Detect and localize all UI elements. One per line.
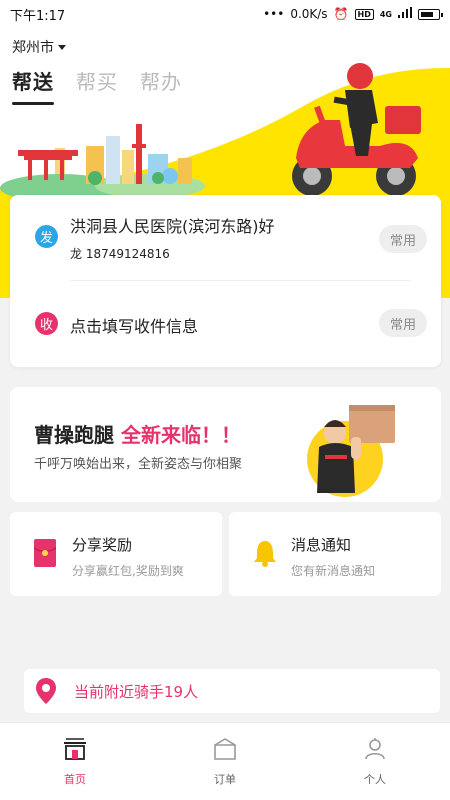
- notifications-card[interactable]: 消息通知 您有新消息通知: [229, 512, 441, 596]
- banner-subtitle: 千呼万唤始出来，全新姿态与你相聚: [34, 457, 243, 472]
- person-icon: [365, 738, 385, 760]
- bottom-navigation: 首页 订单 个人: [0, 722, 450, 800]
- receiver-row[interactable]: 收 点击填写收件信息 常用: [10, 307, 441, 343]
- promo-banner[interactable]: 曹操跑腿 全新来临！！ 千呼万唤始出来，全新姿态与你相聚: [10, 387, 441, 502]
- nearby-riders-bar[interactable]: 当前附近骑手19人: [24, 669, 440, 713]
- receiver-badge: 收: [35, 312, 58, 335]
- status-icons: ••• 0.0K/s ⏰ HD 4G: [263, 7, 443, 21]
- nav-orders[interactable]: 订单: [150, 723, 300, 800]
- map-pin-icon: [36, 678, 56, 704]
- sender-contact: 龙 18749124816: [70, 247, 170, 261]
- red-envelope-icon: [34, 539, 56, 567]
- nav-orders-label: 订单: [214, 773, 236, 786]
- banner-title-highlight: 全新来临！！: [120, 423, 241, 447]
- status-bar: 下午1:17 ••• 0.0K/s ⏰ HD 4G: [0, 0, 450, 28]
- nav-profile[interactable]: 个人: [300, 723, 450, 800]
- nav-profile-label: 个人: [364, 773, 386, 786]
- address-card: 发 洪洞县人民医院(滨河东路)好 龙 18749124816 常用 收 点击填写…: [10, 195, 441, 367]
- tab-bangsong[interactable]: 帮送: [12, 66, 54, 105]
- sender-badge: 发: [35, 225, 58, 248]
- order-box-icon: [214, 738, 236, 760]
- bell-icon: [254, 541, 276, 567]
- tab-bangban[interactable]: 帮办: [140, 66, 182, 105]
- hd-badge: HD: [354, 8, 374, 20]
- sender-address: 洪洞县人民医院(滨河东路)好: [70, 217, 275, 236]
- sender-frequent-button[interactable]: 常用: [379, 225, 427, 253]
- nearby-riders-text: 当前附近骑手19人: [74, 682, 199, 701]
- tab-bangmai[interactable]: 帮买: [76, 66, 118, 105]
- chevron-down-icon: [58, 44, 66, 50]
- share-reward-title: 分享奖励: [72, 536, 133, 554]
- receiver-frequent-button[interactable]: 常用: [379, 309, 427, 337]
- more-dots-icon: •••: [263, 7, 285, 21]
- receiver-placeholder: 点击填写收件信息: [70, 317, 199, 336]
- city-name: 郑州市: [12, 40, 54, 56]
- home-icon: [64, 738, 86, 760]
- banner-title-main: 曹操跑腿: [34, 423, 114, 447]
- nav-home-label: 首页: [64, 773, 86, 786]
- courier-illustration: [307, 405, 395, 497]
- alarm-icon: ⏰: [333, 7, 349, 21]
- signal-bars-icon: [398, 7, 412, 21]
- signal-4g: 4G: [379, 9, 392, 19]
- share-reward-subtitle: 分享赢红包,奖励到爽: [72, 564, 184, 578]
- city-selector[interactable]: 郑州市: [12, 37, 66, 57]
- banner-title: 曹操跑腿 全新来临！！: [34, 419, 241, 448]
- battery-icon: [418, 8, 443, 20]
- nav-home[interactable]: 首页: [0, 723, 150, 800]
- share-reward-card[interactable]: 分享奖励 分享赢红包,奖励到爽: [10, 512, 222, 596]
- network-speed: 0.0K/s: [290, 7, 328, 21]
- divider: [70, 280, 411, 281]
- notifications-title: 消息通知: [291, 536, 352, 554]
- service-tabs: 帮送 帮买 帮办: [12, 66, 182, 105]
- sender-row[interactable]: 发 洪洞县人民医院(滨河东路)好 龙 18749124816 常用: [10, 213, 441, 273]
- notifications-subtitle: 您有新消息通知: [291, 564, 376, 578]
- status-time: 下午1:17: [10, 8, 66, 24]
